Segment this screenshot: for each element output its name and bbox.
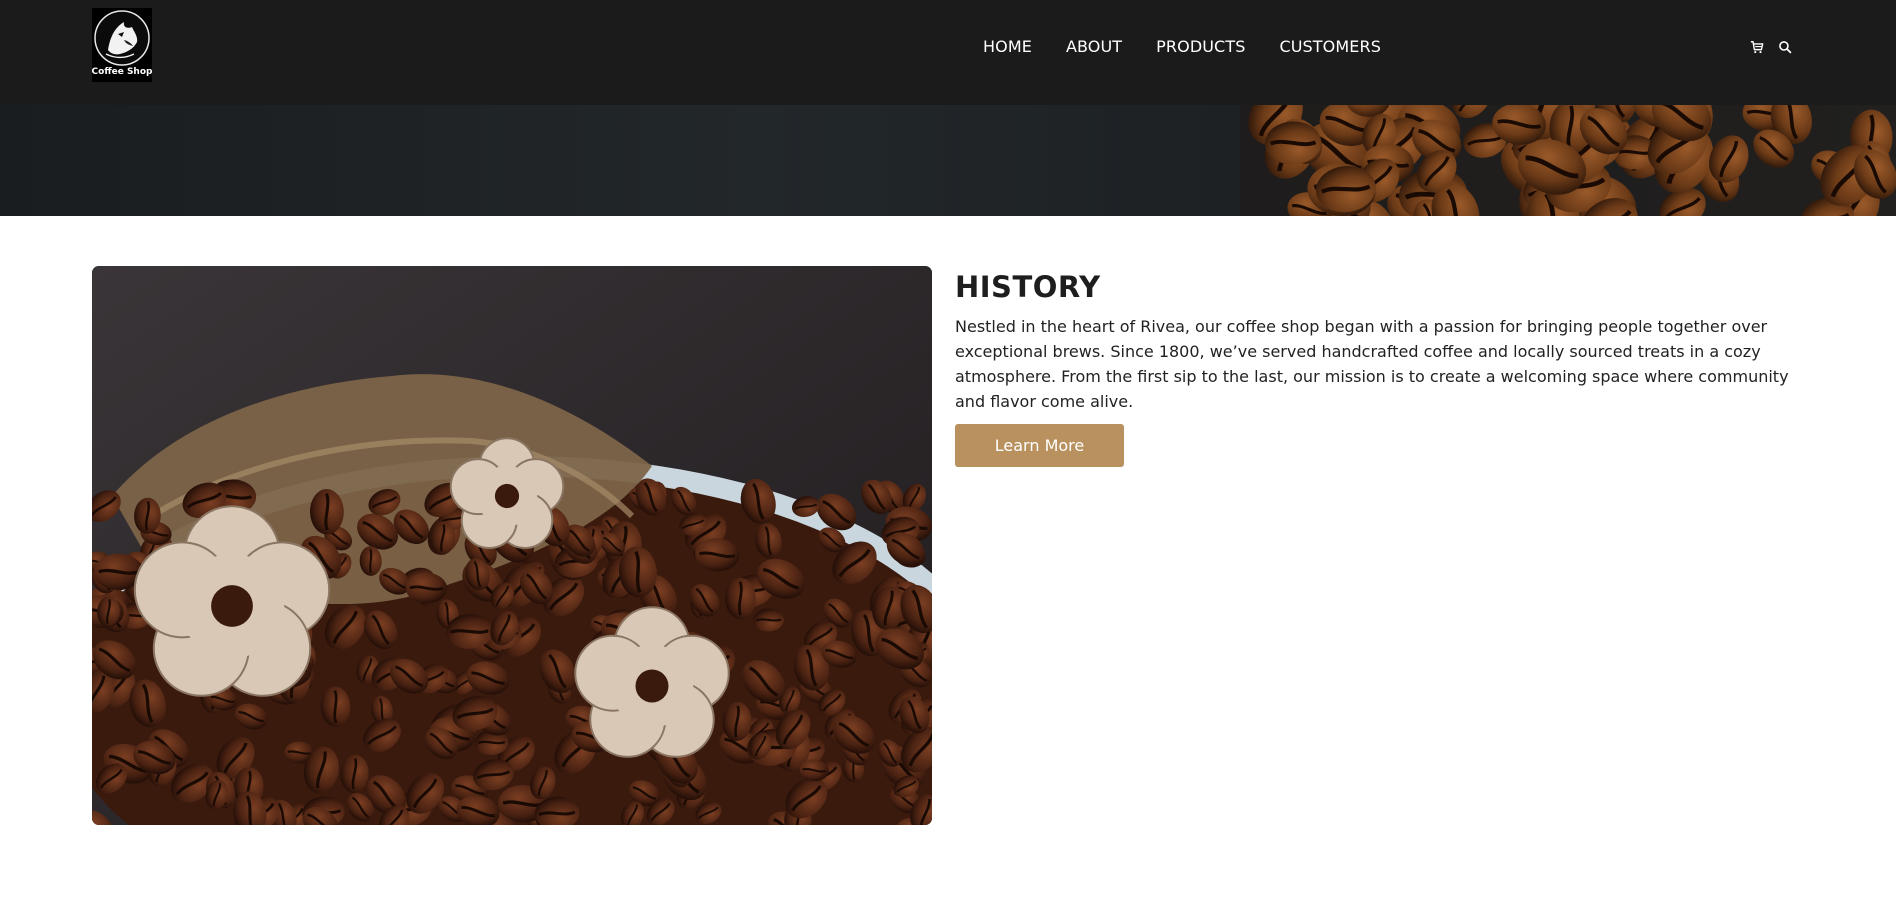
coffee-beans-banner	[0, 105, 1896, 216]
history-title: HISTORY	[955, 270, 1101, 304]
main-nav: HOME ABOUT PRODUCTS CUSTOMERS	[983, 37, 1415, 56]
nav-products[interactable]: PRODUCTS	[1156, 37, 1245, 56]
logo[interactable]: Coffee Shop	[92, 8, 152, 82]
coffee-beans-photo	[92, 266, 932, 825]
history-section: HISTORY Nestled in the heart of Rivea, o…	[955, 266, 1795, 467]
header-icons	[1750, 40, 1792, 54]
nav-home[interactable]: HOME	[983, 37, 1032, 56]
site-header: Coffee Shop HOME ABOUT PRODUCTS CUSTOMER…	[0, 0, 1896, 105]
coffee-beans-banner-image	[1240, 105, 1896, 216]
search-icon[interactable]	[1778, 40, 1792, 54]
history-body: Nestled in the heart of Rivea, our coffe…	[955, 317, 1789, 411]
wolf-logo-icon	[94, 10, 150, 66]
logo-text: Coffee Shop	[91, 67, 153, 77]
cart-icon[interactable]	[1750, 40, 1764, 54]
learn-more-button[interactable]: Learn More	[955, 424, 1124, 467]
coffee-flowers-image	[92, 266, 932, 825]
nav-about[interactable]: ABOUT	[1066, 37, 1122, 56]
nav-customers[interactable]: CUSTOMERS	[1279, 37, 1381, 56]
